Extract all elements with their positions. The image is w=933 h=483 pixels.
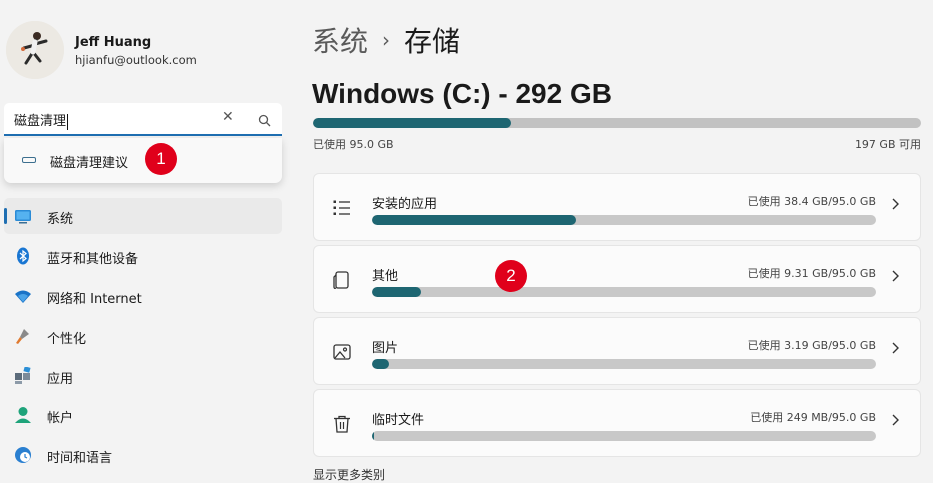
sidebar-item-accounts[interactable]: 帐户	[4, 397, 282, 433]
system-icon	[14, 207, 32, 225]
category-usage: 已使用 249 MB/95.0 GB	[750, 411, 876, 424]
category-usage-fill	[372, 431, 375, 441]
list-icon	[332, 198, 352, 218]
sidebar-item-label: 个性化	[47, 332, 87, 347]
category-usage-fill	[372, 359, 390, 369]
sidebar-item-apps[interactable]: 应用	[4, 358, 282, 394]
sidebar-item-label: 帐户	[47, 411, 74, 426]
sidebar-item-system[interactable]: 系统	[4, 198, 282, 234]
active-indicator	[4, 208, 7, 224]
category-usage-fill	[372, 287, 422, 297]
category-card-apps[interactable]: 安装的应用 已使用 38.4 GB/95.0 GB	[313, 173, 921, 241]
drive-usage-bar	[313, 118, 921, 128]
search-icon[interactable]	[258, 112, 271, 131]
breadcrumb-parent[interactable]: 系统	[312, 25, 368, 58]
suggestion-item[interactable]: 磁盘清理建议	[8, 142, 278, 178]
category-card-other[interactable]: 其他 已使用 9.31 GB/95.0 GB	[313, 245, 921, 313]
search-field[interactable]: 磁盘清理 ✕	[4, 103, 282, 136]
category-label: 安装的应用	[372, 197, 438, 212]
drive-free-label: 197 GB 可用	[854, 138, 921, 151]
globe-icon	[14, 446, 32, 464]
wifi-icon	[14, 287, 32, 305]
sidebar-item-label: 时间和语言	[47, 451, 113, 466]
sidebar-item-network[interactable]: 网络和 Internet	[4, 278, 282, 314]
chevron-right-icon	[891, 412, 901, 432]
search-input[interactable]: 磁盘清理	[14, 110, 69, 130]
sidebar-item-label: 网络和 Internet	[47, 292, 142, 307]
category-card-temp-files[interactable]: 临时文件 已使用 249 MB/95.0 GB	[313, 389, 921, 457]
step-badge-2: 2	[495, 260, 527, 292]
show-more-categories-link[interactable]: 显示更多类别	[313, 466, 385, 483]
bluetooth-icon	[14, 247, 32, 265]
picture-icon	[332, 342, 352, 362]
trash-icon	[332, 414, 352, 434]
sidebar-item-personalization[interactable]: 个性化	[4, 318, 282, 354]
category-label: 其他	[372, 269, 399, 284]
drive-title: Windows (C:) - 292 GB	[312, 78, 612, 109]
drive-used-label: 已使用 95.0 GB	[313, 138, 394, 151]
account-icon	[14, 406, 32, 424]
sidebar-item-label: 系统	[47, 212, 74, 227]
chevron-right-icon: ›	[382, 28, 391, 52]
category-label: 临时文件	[372, 413, 425, 428]
user-name: Jeff Huang	[75, 35, 152, 50]
search-suggestions: 磁盘清理建议	[4, 138, 282, 183]
sidebar-item-label: 应用	[47, 372, 74, 387]
category-usage: 已使用 9.31 GB/95.0 GB	[747, 267, 876, 280]
category-usage-bar	[372, 359, 876, 369]
page-title: 存储	[404, 25, 461, 58]
sidebar-item-time-language[interactable]: 时间和语言	[4, 437, 282, 473]
apps-icon	[14, 366, 32, 385]
category-usage-bar	[372, 287, 876, 297]
chevron-right-icon	[891, 340, 901, 360]
breadcrumb: 系统 › 存储	[312, 20, 460, 60]
other-icon	[332, 270, 352, 290]
sidebar-item-bluetooth[interactable]: 蓝牙和其他设备	[4, 238, 282, 274]
avatar[interactable]	[6, 21, 64, 79]
drive-usage-fill	[313, 118, 511, 128]
category-label: 图片	[372, 341, 399, 356]
close-icon[interactable]: ✕	[222, 109, 234, 125]
brush-icon	[14, 327, 32, 345]
user-email: hjianfu@outlook.com	[75, 53, 197, 67]
category-usage-fill	[372, 215, 576, 225]
category-usage: 已使用 38.4 GB/95.0 GB	[747, 195, 876, 208]
category-usage: 已使用 3.19 GB/95.0 GB	[747, 339, 876, 352]
sidebar-item-label: 蓝牙和其他设备	[47, 252, 139, 267]
category-usage-bar	[372, 431, 876, 441]
chevron-right-icon	[891, 196, 901, 216]
chevron-right-icon	[891, 268, 901, 288]
suggestion-label: 磁盘清理建议	[50, 156, 129, 171]
step-badge-1: 1	[145, 143, 177, 175]
category-usage-bar	[372, 215, 876, 225]
category-card-pictures[interactable]: 图片 已使用 3.19 GB/95.0 GB	[313, 317, 921, 385]
drive-icon	[22, 157, 36, 163]
